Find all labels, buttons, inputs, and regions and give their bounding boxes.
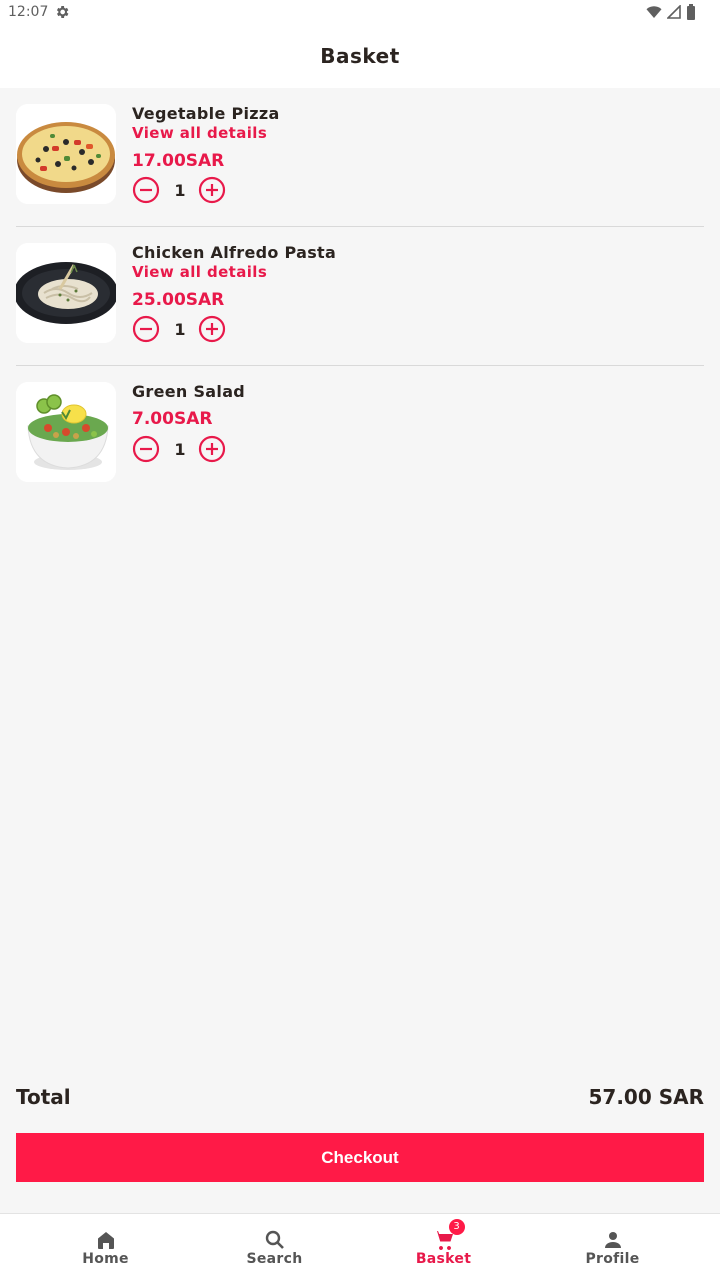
signal-icon bbox=[665, 4, 681, 19]
increase-quantity-button[interactable] bbox=[198, 176, 226, 204]
view-details-link[interactable]: View all details bbox=[132, 124, 267, 142]
gear-icon bbox=[54, 4, 70, 24]
nav-basket[interactable]: 3 Basket bbox=[359, 1214, 528, 1280]
search-icon bbox=[265, 1230, 284, 1249]
quantity-value: 1 bbox=[174, 440, 186, 459]
basket-item: Chicken Alfredo Pasta View all details 2… bbox=[16, 243, 704, 343]
nav-home[interactable]: Home bbox=[21, 1214, 190, 1280]
quantity-value: 1 bbox=[174, 181, 186, 200]
minus-icon bbox=[132, 176, 160, 204]
plus-icon bbox=[198, 435, 226, 463]
green-salad-image bbox=[16, 382, 116, 482]
nav-label: Basket bbox=[415, 1251, 472, 1267]
nav-label: Profile bbox=[585, 1251, 640, 1267]
basket-item: Green Salad 7.00SAR 1 bbox=[16, 382, 704, 482]
increase-quantity-button[interactable] bbox=[198, 315, 226, 343]
total-label: Total bbox=[16, 1085, 71, 1109]
basket-item: Vegetable Pizza View all details 17.00SA… bbox=[16, 104, 704, 204]
status-bar: 12:07 bbox=[0, 0, 720, 24]
decrease-quantity-button[interactable] bbox=[132, 435, 160, 463]
divider bbox=[16, 365, 704, 366]
vegetable-pizza-image bbox=[16, 104, 116, 204]
plus-icon bbox=[198, 315, 226, 343]
page-title: Basket bbox=[320, 44, 400, 68]
checkout-button[interactable]: Checkout bbox=[16, 1133, 704, 1182]
total-value: 57.00 SAR bbox=[588, 1085, 704, 1109]
quantity-value: 1 bbox=[174, 320, 186, 339]
minus-icon bbox=[132, 435, 160, 463]
status-time: 12:07 bbox=[8, 4, 49, 20]
person-icon bbox=[604, 1232, 621, 1248]
battery-icon bbox=[687, 4, 695, 20]
nav-label: Search bbox=[246, 1251, 303, 1267]
item-name: Chicken Alfredo Pasta bbox=[132, 243, 337, 262]
item-price: 7.00SAR bbox=[132, 409, 213, 429]
app-bar: Basket bbox=[0, 24, 720, 88]
decrease-quantity-button[interactable] bbox=[132, 176, 160, 204]
decrease-quantity-button[interactable] bbox=[132, 315, 160, 343]
plus-icon bbox=[198, 176, 226, 204]
item-price: 17.00SAR bbox=[132, 151, 225, 171]
bottom-navigation: Home Search 3 Basket Profile bbox=[0, 1213, 720, 1281]
home-icon bbox=[97, 1232, 114, 1249]
item-name: Green Salad bbox=[132, 382, 246, 401]
nav-search[interactable]: Search bbox=[190, 1214, 359, 1280]
nav-profile[interactable]: Profile bbox=[528, 1214, 697, 1280]
view-details-link[interactable]: View all details bbox=[132, 263, 267, 281]
divider bbox=[16, 226, 704, 227]
nav-label: Home bbox=[82, 1251, 129, 1267]
chicken-alfredo-pasta-image bbox=[16, 243, 116, 343]
wifi-icon bbox=[646, 6, 662, 18]
minus-icon bbox=[132, 315, 160, 343]
increase-quantity-button[interactable] bbox=[198, 435, 226, 463]
item-name: Vegetable Pizza bbox=[132, 104, 280, 123]
item-price: 25.00SAR bbox=[132, 290, 225, 310]
cart-badge: 3 bbox=[448, 1219, 465, 1235]
status-icons bbox=[646, 4, 696, 20]
